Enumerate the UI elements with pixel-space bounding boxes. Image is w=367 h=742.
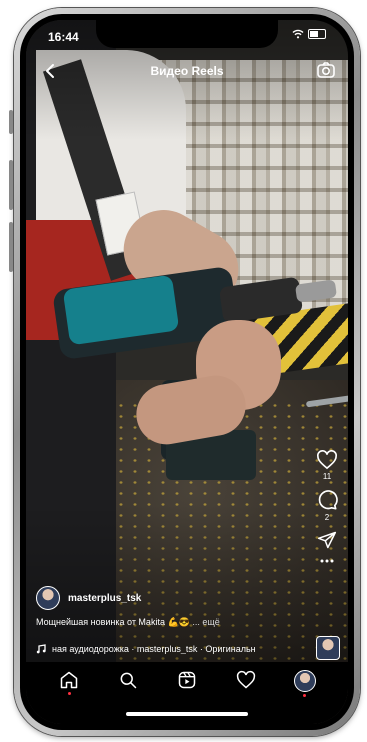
like-button[interactable]: 11	[314, 450, 340, 481]
screen: 16:44 Видео Reels 11 2 masterplus_tsk Мо…	[26, 20, 348, 724]
audio-text: ная аудиодорожка · masterplus_tsk · Ориг…	[52, 644, 256, 654]
send-icon	[317, 531, 337, 549]
reel-actions: 11 2	[314, 450, 340, 572]
caption[interactable]: Мощнейшая новинка от Makita 💪😎 ... ещё	[36, 617, 220, 628]
battery-icon	[308, 29, 326, 39]
avatar[interactable]	[36, 586, 60, 610]
comment-icon	[318, 490, 338, 510]
bottom-nav	[26, 662, 348, 724]
nav-search[interactable]	[114, 670, 142, 698]
heart-icon	[317, 450, 337, 470]
home-icon	[61, 671, 78, 689]
camera-icon	[317, 62, 335, 78]
nav-home[interactable]	[55, 670, 83, 698]
caption-text: Мощнейшая новинка от Makita 💪😎	[36, 617, 190, 627]
home-indicator	[126, 712, 248, 716]
nav-reels[interactable]	[173, 670, 201, 698]
page-title: Видео Reels	[150, 64, 224, 78]
more-button[interactable]	[314, 558, 340, 564]
audio-row[interactable]: ная аудиодорожка · masterplus_tsk · Ориг…	[36, 644, 306, 654]
reels-icon	[178, 671, 196, 689]
notification-dot	[67, 692, 71, 695]
camera-button[interactable]	[316, 60, 336, 80]
heart-icon	[236, 670, 255, 689]
phone-body: 16:44 Видео Reels 11 2 masterplus_tsk Мо…	[20, 14, 354, 730]
comment-button[interactable]: 2	[314, 489, 340, 522]
volume-up-button	[9, 160, 13, 210]
search-icon	[120, 672, 137, 689]
music-note-icon	[36, 644, 46, 654]
username[interactable]: masterplus_tsk	[68, 593, 141, 604]
author-row[interactable]: masterplus_tsk	[36, 586, 141, 610]
silent-switch	[9, 110, 13, 134]
status-icons	[292, 29, 326, 39]
profile-avatar	[293, 670, 316, 692]
more-dots-icon	[320, 559, 334, 563]
like-count: 11	[322, 472, 332, 481]
caption-more-link[interactable]: ... ещё	[192, 617, 219, 627]
audio-thumbnail[interactable]	[316, 636, 340, 660]
notch	[96, 20, 278, 48]
status-time: 16:44	[48, 30, 79, 44]
volume-down-button	[9, 222, 13, 272]
share-button[interactable]	[314, 530, 340, 550]
notification-dot	[303, 694, 307, 697]
nav-profile[interactable]	[291, 670, 319, 698]
nav-activity[interactable]	[232, 670, 260, 698]
comment-count: 2	[324, 513, 330, 522]
wifi-icon	[292, 29, 304, 39]
